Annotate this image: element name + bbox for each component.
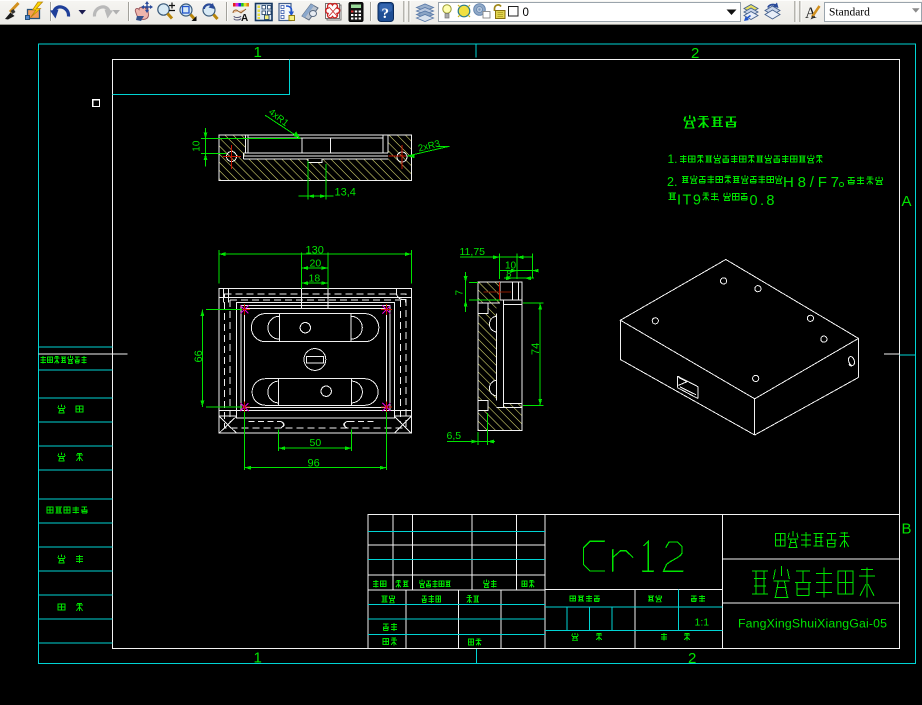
svg-text:50: 50 [310, 437, 322, 449]
svg-text:1.: 1. [668, 152, 678, 166]
svg-text:66: 66 [193, 350, 205, 362]
svg-text:A: A [902, 193, 912, 210]
svg-text:7: 7 [455, 290, 466, 296]
svg-text:,: , [717, 192, 720, 202]
svg-text:130: 130 [306, 245, 324, 257]
svg-text:IT9: IT9 [677, 193, 701, 209]
svg-text:2: 2 [688, 650, 696, 667]
svg-text:18: 18 [309, 272, 321, 284]
svg-text:2: 2 [691, 45, 699, 62]
svg-text:?: ? [382, 6, 390, 22]
svg-text:B: B [902, 521, 912, 538]
svg-text:6,5: 6,5 [447, 430, 462, 442]
svg-text:96: 96 [308, 458, 320, 470]
svg-text:0.8: 0.8 [750, 193, 775, 209]
svg-text:74: 74 [530, 343, 542, 355]
svg-text:2.: 2. [667, 175, 677, 189]
svg-text:10: 10 [192, 140, 203, 152]
svg-text:Standard: Standard [829, 7, 870, 19]
svg-text:11,75: 11,75 [460, 246, 486, 258]
svg-text:0: 0 [523, 7, 529, 19]
svg-text:13,4: 13,4 [335, 186, 356, 198]
svg-text:20: 20 [310, 257, 322, 269]
svg-text:H8/F7: H8/F7 [783, 174, 839, 191]
svg-text:FangXingShuiXiangGai-05: FangXingShuiXiangGai-05 [738, 617, 887, 631]
svg-text:1:1: 1:1 [695, 617, 710, 629]
svg-text:A: A [241, 13, 248, 24]
svg-text:8: 8 [506, 269, 511, 280]
svg-text:1: 1 [254, 44, 262, 61]
svg-text:1: 1 [254, 650, 262, 667]
